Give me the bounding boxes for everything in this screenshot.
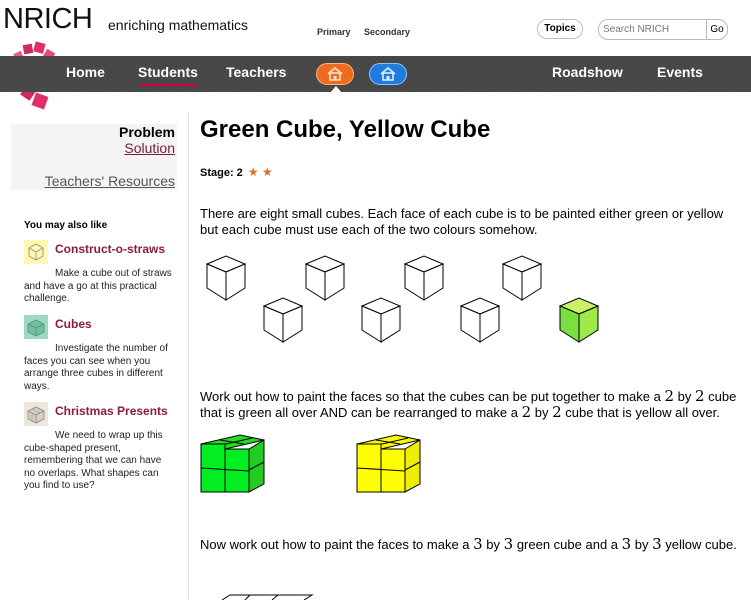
small-cube-icon [404,255,444,301]
cube-illustrations [200,255,600,600]
small-cube-icon [502,255,542,301]
yellow-2x2-cube-icon [356,434,421,493]
small-cube-icon [460,297,500,343]
small-green-cube-icon [558,297,600,343]
small-cube-icon [305,255,345,301]
wire-3x3-cube-icon [221,594,314,600]
green-2x2-cube-icon [200,434,265,493]
small-cube-icon [263,297,303,343]
small-cube-icon [206,255,246,301]
small-cube-icon [361,297,401,343]
